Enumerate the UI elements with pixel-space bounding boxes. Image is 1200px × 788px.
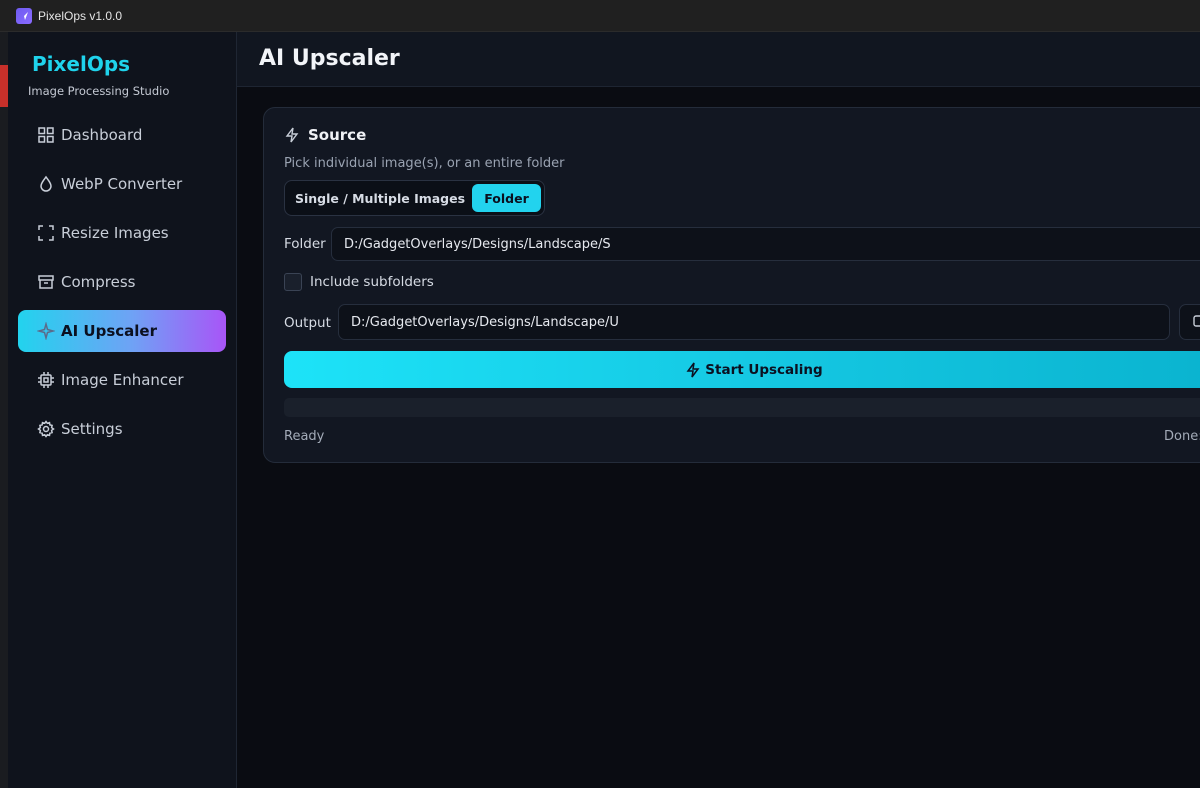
source-mode-toggle: Single / Multiple Images Folder <box>284 180 545 216</box>
sidebar: PixelOps Image Processing Studio Dashboa… <box>8 32 237 788</box>
app-logo-icon <box>16 7 32 24</box>
grid-icon <box>37 126 55 144</box>
archive-icon <box>37 273 55 291</box>
sidebar-item-webp-converter[interactable]: WebP Converter <box>18 163 226 205</box>
browse-output-button[interactable] <box>1179 304 1200 340</box>
droplet-icon <box>37 175 55 193</box>
done-count-text: Done: <box>1164 429 1200 444</box>
brand-name: PixelOps <box>32 52 131 76</box>
output-path-input[interactable]: D:/GadgetOverlays/Designs/Landscape/U <box>338 304 1170 340</box>
sidebar-item-compress[interactable]: Compress <box>18 261 226 303</box>
desktop-background-accent <box>0 65 8 107</box>
sidebar-nav: Dashboard WebP Converter Resize Images C… <box>18 114 226 457</box>
window-titlebar[interactable]: PixelOps v1.0.0 <box>0 0 1200 32</box>
status-text: Ready <box>284 429 325 444</box>
mode-single-button[interactable]: Single / Multiple Images <box>288 184 472 212</box>
sidebar-item-label: Compress <box>61 273 136 291</box>
crop-frame-icon <box>37 224 55 242</box>
progress-bar <box>284 398 1200 417</box>
folder-icon <box>1192 313 1200 332</box>
sidebar-item-label: WebP Converter <box>61 175 183 193</box>
sidebar-item-ai-upscaler[interactable]: AI Upscaler <box>18 310 226 352</box>
folder-label: Folder <box>284 236 326 252</box>
mode-folder-button[interactable]: Folder <box>472 184 541 212</box>
source-subtitle: Pick individual image(s), or an entire f… <box>284 156 565 171</box>
include-subfolders-checkbox[interactable] <box>284 273 302 291</box>
sidebar-item-image-enhancer[interactable]: Image Enhancer <box>18 359 226 401</box>
gear-icon <box>37 420 55 438</box>
sidebar-item-label: Settings <box>61 420 123 438</box>
app-window: PixelOps Image Processing Studio Dashboa… <box>8 32 1200 788</box>
brand-subtitle: Image Processing Studio <box>28 84 170 98</box>
sparkle-icon <box>37 322 55 340</box>
lightning-icon <box>685 362 701 378</box>
source-card-header: Source <box>284 126 366 144</box>
folder-path-input[interactable]: D:/GadgetOverlays/Designs/Landscape/S <box>331 227 1200 261</box>
lightning-icon <box>284 127 300 143</box>
page-header: AI Upscaler <box>237 32 1200 87</box>
sidebar-item-label: Dashboard <box>61 126 143 144</box>
start-upscaling-button[interactable]: Start Upscaling <box>284 351 1200 388</box>
chip-icon <box>37 371 55 389</box>
window-title: PixelOps v1.0.0 <box>38 8 123 23</box>
sidebar-item-label: AI Upscaler <box>61 322 157 340</box>
sidebar-item-dashboard[interactable]: Dashboard <box>18 114 226 156</box>
page-title: AI Upscaler <box>259 46 400 71</box>
source-title: Source <box>308 126 367 144</box>
sidebar-item-label: Image Enhancer <box>61 371 184 389</box>
start-upscaling-label: Start Upscaling <box>705 361 823 378</box>
sidebar-item-settings[interactable]: Settings <box>18 408 226 450</box>
output-label: Output <box>284 315 331 331</box>
source-card: Source Pick individual image(s), or an e… <box>263 107 1200 463</box>
sidebar-item-resize-images[interactable]: Resize Images <box>18 212 226 254</box>
include-subfolders-label: Include subfolders <box>310 274 434 290</box>
desktop-background <box>0 32 8 788</box>
sidebar-item-label: Resize Images <box>61 224 169 242</box>
